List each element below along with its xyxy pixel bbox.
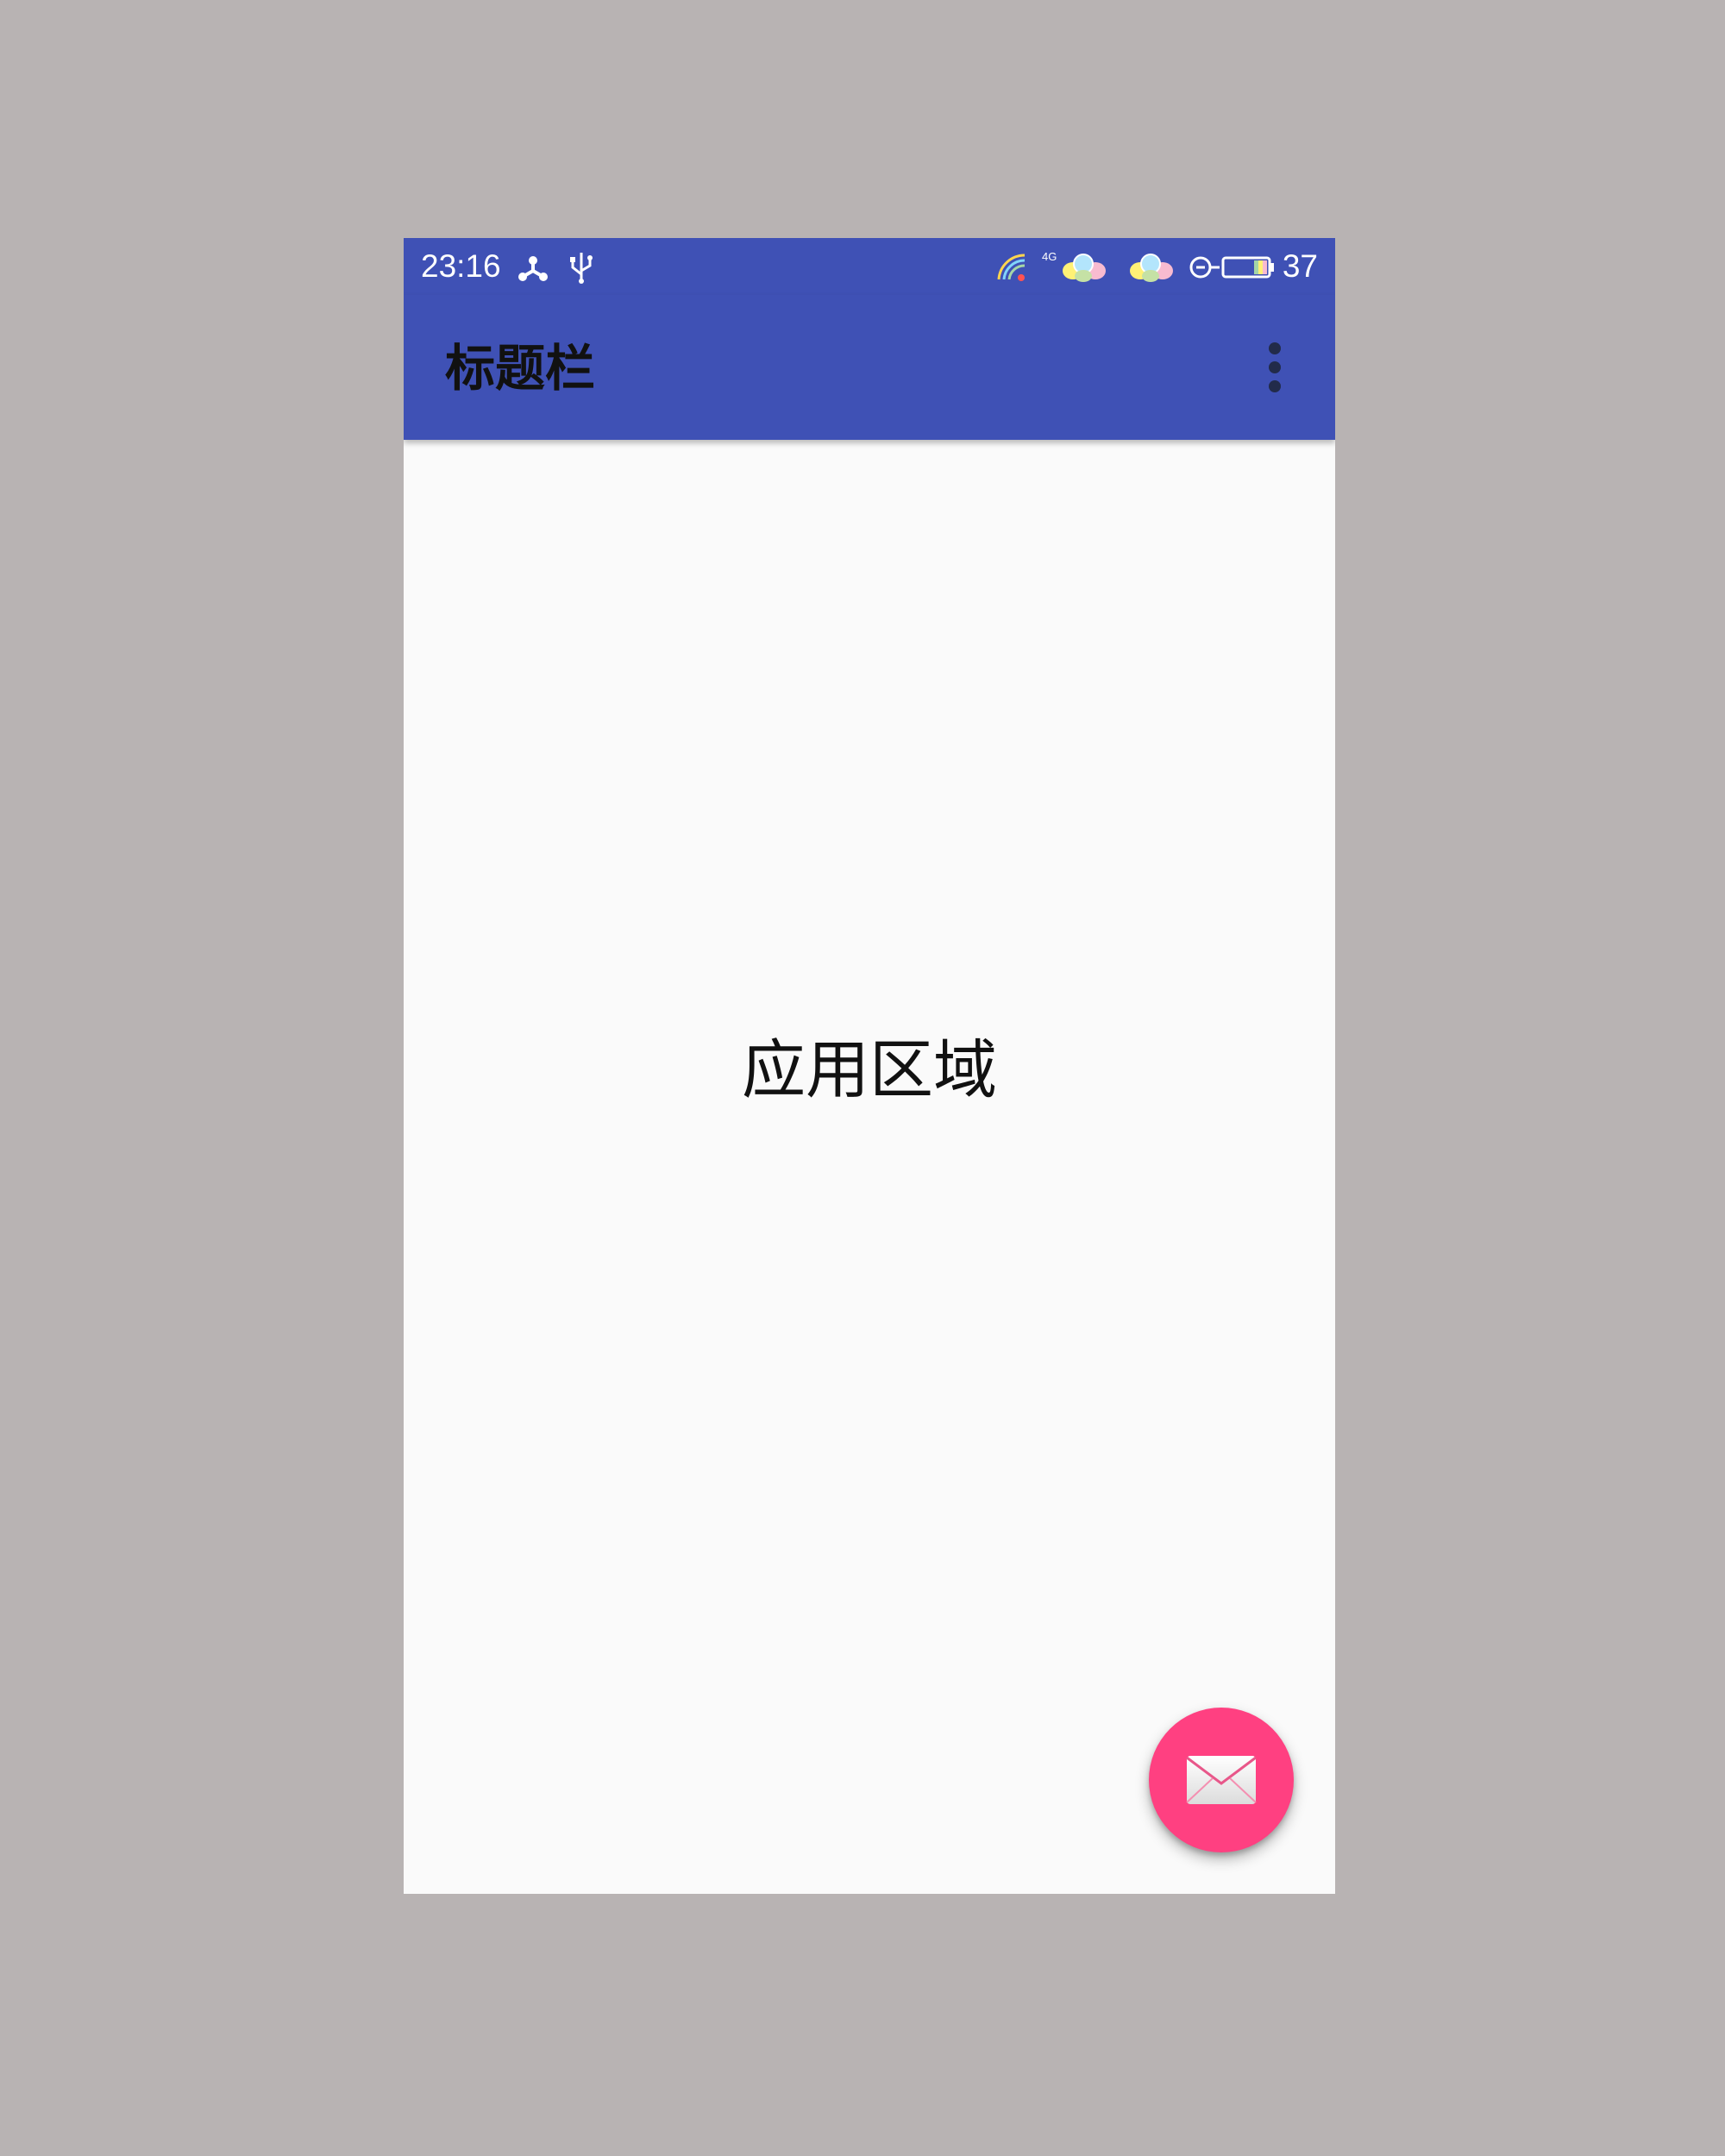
- usb-icon: [570, 253, 593, 284]
- app-bar: 标题栏: [404, 295, 1335, 440]
- balloon-icon: [1130, 254, 1173, 282]
- status-time: 23:16: [421, 248, 501, 284]
- battery-icon: [1221, 256, 1274, 279]
- mail-fab-button[interactable]: [1149, 1708, 1294, 1852]
- charging-icon: [1189, 256, 1220, 279]
- network-4g-label: 4G: [1042, 250, 1057, 263]
- app-title: 标题栏: [445, 339, 596, 398]
- mail-icon: [1186, 1756, 1257, 1804]
- more-vert-icon[interactable]: [1249, 333, 1301, 402]
- share-icon: [518, 256, 548, 281]
- balloon-icon: [1063, 254, 1106, 282]
- battery-level-text: 37: [1282, 248, 1318, 284]
- content-area-label: 应用区域: [742, 1033, 997, 1107]
- phone-screen: 23:16 4G 37 标题栏 应用区域: [404, 238, 1335, 1894]
- status-bar: 23:16 4G 37: [404, 238, 1335, 295]
- wifi-icon: [997, 254, 1026, 281]
